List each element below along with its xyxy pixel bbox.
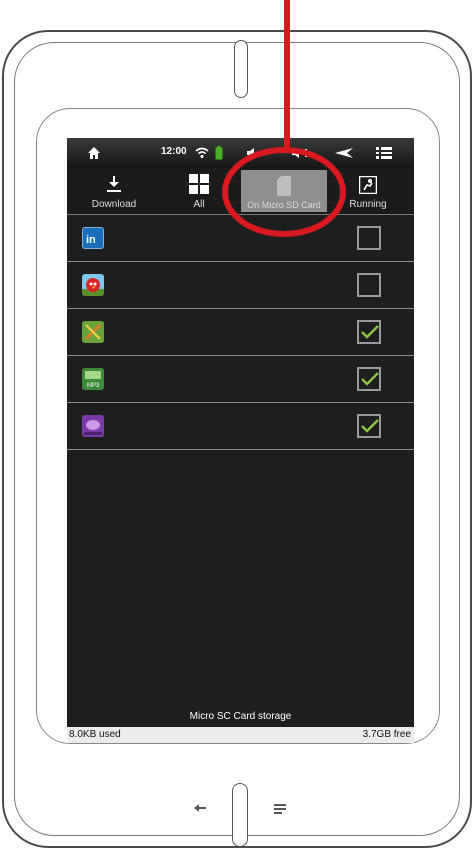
- app-checkbox[interactable]: [357, 414, 381, 438]
- home-icon[interactable]: [85, 138, 103, 168]
- download-icon: [106, 176, 122, 197]
- svg-text:MP3: MP3: [87, 383, 100, 389]
- list-item[interactable]: [67, 262, 414, 309]
- back-arrow-icon[interactable]: [332, 138, 356, 168]
- app-checkbox[interactable]: [357, 367, 381, 391]
- tab-download-label: Download: [91, 199, 137, 210]
- back-arrow-icon[interactable]: [193, 800, 207, 816]
- app-checkbox[interactable]: [357, 320, 381, 344]
- tab-running-label: Running: [349, 199, 387, 210]
- storage-bar: 8.0KB used 3.7GB free: [67, 727, 414, 743]
- linkedin-app-icon: in: [82, 227, 104, 249]
- list-item[interactable]: [67, 403, 414, 450]
- app-checkbox[interactable]: [357, 226, 381, 250]
- storage-caption: Micro SC Card storage: [189, 711, 292, 722]
- checkmark-icon: [361, 372, 379, 386]
- menu-icon[interactable]: [375, 138, 393, 168]
- list-item[interactable]: [67, 309, 414, 356]
- checkmark-icon: [361, 325, 379, 339]
- bluetooth-app-icon: [82, 415, 104, 437]
- wifi-icon: [195, 138, 209, 168]
- tab-all-label: All: [193, 199, 205, 210]
- grid-icon: [189, 174, 209, 197]
- clock: 12:00: [161, 146, 187, 157]
- menu-lines-icon[interactable]: [274, 801, 286, 819]
- mp3-app-icon: MP3: [82, 368, 104, 390]
- svg-text:in: in: [86, 234, 96, 246]
- annotation-line: [284, 0, 290, 150]
- top-slot: [234, 40, 248, 98]
- annotation-circle: [222, 147, 346, 237]
- tablet-illustration: 12:00 Download All On Micro SD Card Runn…: [0, 0, 475, 852]
- app-checkbox[interactable]: [357, 273, 381, 297]
- angry-birds-app-icon: [82, 274, 104, 296]
- checkmark-icon: [361, 419, 379, 433]
- tab-download[interactable]: Download: [79, 170, 149, 212]
- list-item[interactable]: MP3: [67, 356, 414, 403]
- green-app-icon: [82, 321, 104, 343]
- storage-free: 3.7GB free: [362, 729, 411, 740]
- bottom-slot: [232, 783, 248, 847]
- storage-used: 8.0KB used: [69, 729, 121, 740]
- running-icon: [358, 175, 378, 197]
- battery-icon: [214, 138, 224, 168]
- screen: 12:00 Download All On Micro SD Card Runn…: [67, 138, 414, 743]
